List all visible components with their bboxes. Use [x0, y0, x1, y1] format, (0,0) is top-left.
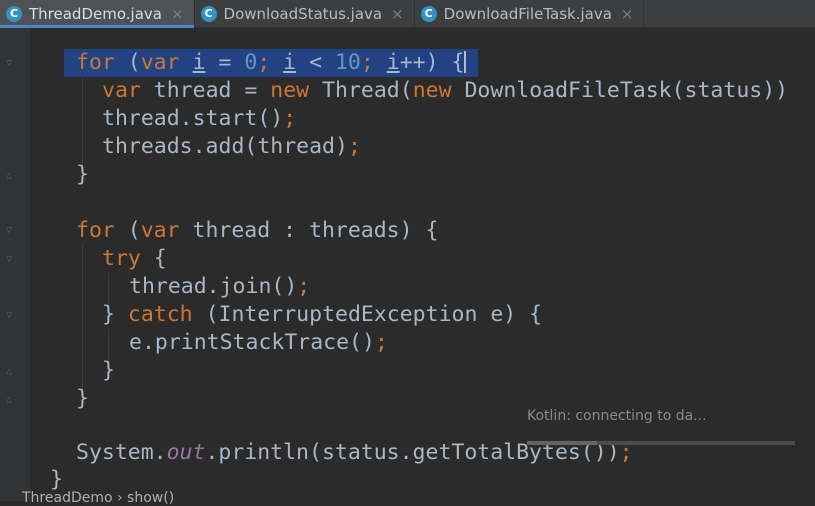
number-literal: 0 [244, 50, 258, 75]
code-line[interactable]: threads.add(thread); [102, 133, 361, 161]
semicolon-token: ; [347, 134, 361, 159]
variable-token: i [283, 50, 297, 75]
code-line[interactable]: } [76, 161, 89, 189]
semicolon-token: ; [374, 330, 388, 355]
variable-token: i [386, 50, 400, 75]
static-field-token: out [166, 440, 206, 465]
code-token: ++) { [399, 50, 465, 75]
tab-threaddemo[interactable]: C ThreadDemo.java × [0, 0, 195, 28]
class-icon: C [6, 5, 22, 22]
code-token: (InterruptedException e) { [192, 302, 543, 327]
code-token: thread.join() [129, 274, 298, 299]
code-token: { [140, 246, 167, 271]
code-token: thread : threads) { [179, 218, 439, 243]
text-caret [464, 51, 467, 73]
code-token: threads.add(thread) [102, 134, 348, 159]
code-line[interactable]: for (var thread : threads) { [76, 217, 438, 245]
keyword: var [102, 78, 141, 103]
code-token: Thread( [309, 78, 413, 103]
code-line[interactable]: var thread = new Thread(new DownloadFile… [102, 77, 788, 105]
code-token: ( [114, 218, 141, 243]
code-line[interactable]: e.printStackTrace(); [129, 329, 388, 357]
code-line[interactable]: } catch (InterruptedException e) { [102, 301, 542, 329]
fold-marker-icon[interactable]: ▽ [6, 225, 16, 237]
code-token: } [76, 162, 89, 187]
semicolon-token: ; [283, 106, 297, 131]
fold-marker-icon[interactable]: ▽ [6, 310, 16, 322]
fold-marker-icon[interactable]: △ [6, 394, 16, 406]
keyword: var [140, 50, 180, 75]
keyword: new [270, 78, 310, 103]
code-token: } [102, 302, 128, 327]
code-line-for-loop[interactable]: for (var i = 0; i < 10; i++) { [64, 49, 479, 77]
editor-gutter: ▽ △ ▽ ▽ ▽ △ △ [0, 28, 30, 501]
code-line[interactable]: thread.start(); [102, 105, 296, 133]
semicolon-token: ; [257, 50, 284, 75]
code-token: e.printStackTrace() [129, 330, 375, 355]
class-icon: C [200, 5, 217, 22]
background-task-status: Kotlin: connecting to da... [527, 408, 707, 424]
code-token: DownloadFileTask(status)) [451, 78, 789, 103]
code-editor[interactable]: ▽ △ ▽ ▽ ▽ △ △ for (var i = 0; i < 10; i+… [0, 28, 815, 501]
class-icon: C [420, 5, 437, 22]
code-line[interactable]: } [102, 357, 115, 385]
keyword: new [412, 78, 452, 103]
semicolon-token: ; [360, 50, 387, 75]
fold-marker-icon[interactable]: △ [6, 366, 16, 378]
code-line[interactable]: } [76, 385, 89, 413]
code-token: } [76, 386, 89, 411]
tab-label: DownloadFileTask.java [443, 4, 612, 23]
code-token: < [296, 50, 335, 75]
keyword: try [102, 246, 141, 271]
code-token: thread = [140, 78, 271, 103]
tab-label: DownloadStatus.java [223, 4, 383, 23]
fold-marker-icon[interactable]: △ [6, 170, 16, 182]
keyword: for [76, 50, 115, 75]
tab-label: ThreadDemo.java [29, 4, 162, 23]
fold-marker-icon[interactable]: ▽ [6, 254, 16, 266]
code-line[interactable]: thread.join(); [129, 273, 310, 301]
close-icon[interactable]: × [171, 5, 184, 23]
tab-downloadfiletask[interactable]: C DownloadFileTask.java × [415, 0, 645, 27]
code-line[interactable]: try { [102, 245, 167, 273]
breadcrumb[interactable]: ThreadDemo › show() [22, 490, 174, 506]
close-icon[interactable]: × [621, 5, 634, 23]
progress-fill [527, 441, 597, 445]
code-token: thread.start() [102, 106, 284, 131]
keyword: var [140, 218, 180, 243]
background-task-progress-bar [527, 441, 795, 445]
tab-downloadstatus[interactable]: C DownloadStatus.java × [195, 0, 415, 27]
variable-token: i [192, 50, 206, 75]
code-token: } [102, 358, 115, 383]
code-token: ( [114, 50, 141, 75]
code-token: } [50, 467, 63, 492]
number-literal: 10 [334, 50, 361, 75]
keyword: catch [127, 302, 193, 327]
code-token: = [205, 50, 245, 75]
keyword: for [76, 218, 115, 243]
semicolon-token: ; [297, 274, 311, 299]
editor-tab-bar: C ThreadDemo.java × C DownloadStatus.jav… [0, 0, 815, 28]
close-icon[interactable]: × [391, 5, 404, 23]
fold-marker-icon[interactable]: ▽ [6, 58, 16, 70]
indent-guide [82, 244, 83, 404]
code-token: System. [76, 440, 167, 465]
